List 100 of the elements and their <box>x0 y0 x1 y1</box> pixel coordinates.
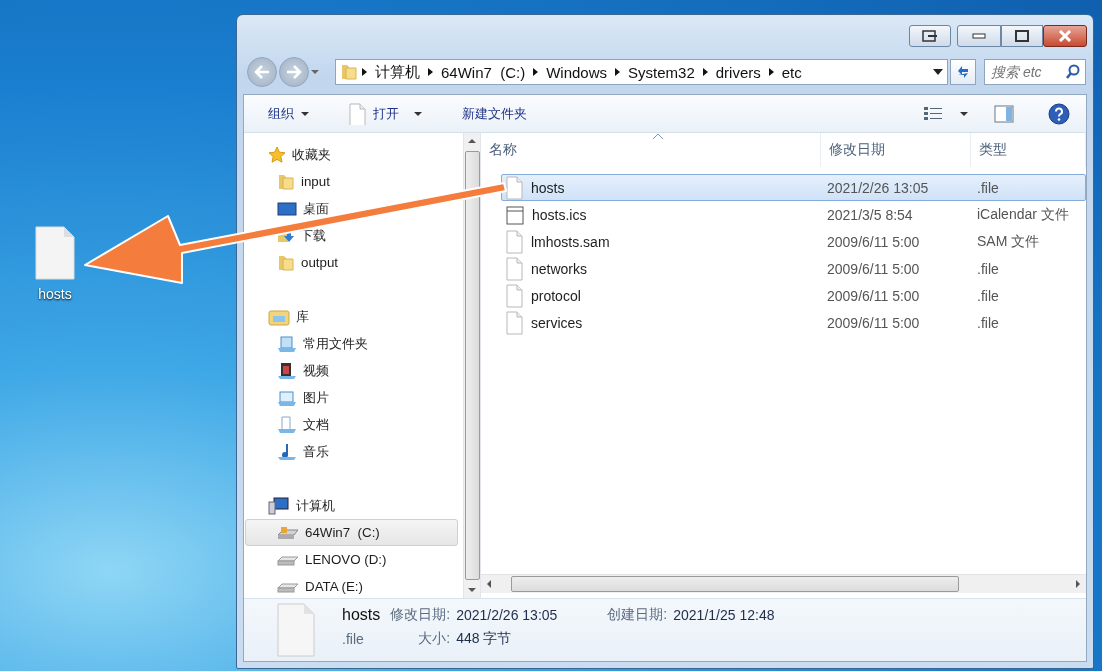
navigation-item[interactable]: output <box>245 249 458 276</box>
file-icon <box>349 102 366 125</box>
music-note-icon <box>277 442 297 461</box>
navigation-item[interactable]: 64Win7 (C:) <box>245 519 458 546</box>
preview-pane-icon <box>994 104 1014 123</box>
document-icon <box>277 415 297 434</box>
system-drive-icon <box>277 524 299 541</box>
toolbar-button[interactable]: 新建文件夹 <box>456 100 533 127</box>
navigation-item[interactable]: 音乐 <box>245 438 458 465</box>
list-view-icon <box>923 105 943 122</box>
file-icon <box>506 175 523 200</box>
file-type: .file <box>976 314 1000 331</box>
breadcrumb[interactable]: etc <box>777 63 806 81</box>
navigation-item[interactable]: 文档 <box>245 411 458 438</box>
file-type: iCalendar 文件 <box>976 205 1070 224</box>
file-icon <box>276 603 316 657</box>
file-name: protocol <box>531 287 581 304</box>
refresh-arrows-icon <box>955 65 971 79</box>
dropdown-caret-icon <box>933 69 943 75</box>
file-row[interactable]: protocol 2009/6/11 5:00 .file <box>501 282 1086 309</box>
file-name: services <box>531 314 583 331</box>
field-label: 大小: <box>418 630 451 648</box>
navigation-item[interactable]: input <box>245 168 458 195</box>
refresh-button[interactable] <box>950 59 976 85</box>
folder-icon <box>340 63 358 81</box>
address-bar[interactable]: 计算机 64Win7 (C:) Windows System32 drivers etc <box>335 59 948 85</box>
file-type: .file <box>342 631 365 647</box>
navigation-item[interactable]: DATA (E:) <box>245 573 458 598</box>
calendar-icon <box>506 204 524 225</box>
file-type: SAM 文件 <box>976 232 1041 251</box>
breadcrumb[interactable]: System32 <box>624 63 699 81</box>
monitor-icon <box>277 200 297 217</box>
column-header[interactable]: 名称 <box>481 133 821 167</box>
breadcrumb[interactable]: Windows <box>542 63 612 81</box>
close-icon <box>1058 30 1072 42</box>
computer-icon <box>268 496 290 515</box>
navigation-item[interactable]: 图片 <box>245 384 458 411</box>
modified-date: 2021/3/5 8:54 <box>826 206 914 223</box>
field-label: 创建日期: <box>607 606 668 624</box>
breadcrumb[interactable]: drivers <box>711 63 765 81</box>
file-row[interactable]: lmhosts.sam 2009/6/11 5:00 SAM 文件 <box>501 228 1086 255</box>
search-field[interactable]: 搜索 etc <box>984 59 1086 85</box>
field-value: 2021/2/26 13:05 <box>456 607 558 623</box>
navigation-item[interactable]: 视频 <box>245 357 458 384</box>
file-type: .file <box>976 260 1000 277</box>
file-row[interactable]: services 2009/6/11 5:00 .file <box>501 309 1086 336</box>
navigation-item[interactable]: 库 <box>245 303 458 330</box>
navigation-item[interactable]: 常用文件夹 <box>245 330 458 357</box>
file-name: hosts.ics <box>532 206 587 223</box>
file-type: .file <box>976 179 1000 196</box>
file-icon <box>506 256 523 281</box>
film-icon <box>277 361 297 380</box>
navigation-item[interactable]: 收藏夹 <box>245 141 458 168</box>
library-icon <box>268 307 290 326</box>
scrollbar[interactable] <box>463 133 480 598</box>
toolbar-button[interactable]: 打开 <box>343 98 428 129</box>
field-value: 448 字节 <box>456 630 513 648</box>
file-icon <box>506 283 523 308</box>
navigation-item[interactable]: 计算机 <box>245 492 458 519</box>
folder-icon <box>277 172 295 191</box>
dropdown-caret-icon <box>311 69 319 75</box>
forward-arrow-icon <box>286 65 302 79</box>
maximize-button[interactable] <box>1001 25 1043 47</box>
star-icon <box>268 145 286 164</box>
navigation-item[interactable]: LENOVO (D:) <box>245 546 458 573</box>
window-icon <box>922 30 938 42</box>
modified-date: 2009/6/11 5:00 <box>826 314 921 331</box>
modified-date: 2021/2/26 13:05 <box>826 179 930 196</box>
file-name: networks <box>531 260 588 277</box>
search-icon <box>1065 64 1081 80</box>
maximize-icon <box>1015 30 1029 42</box>
minimize-button[interactable] <box>957 25 1001 47</box>
picture-icon <box>277 388 297 407</box>
help-icon <box>1048 102 1070 125</box>
field-value: 2021/1/25 12:48 <box>673 607 775 623</box>
folder-icon <box>277 253 295 272</box>
file-row[interactable]: hosts.ics 2021/3/5 8:54 iCalendar 文件 <box>501 201 1086 228</box>
breadcrumb[interactable]: 64Win7 (C:) <box>437 63 530 81</box>
modified-date: 2009/6/11 5:00 <box>826 287 921 304</box>
file-icon <box>506 229 523 254</box>
column-header[interactable]: 修改日期 <box>821 133 971 167</box>
scrollbar[interactable] <box>481 574 1086 593</box>
toolbar-button[interactable]: 组织 <box>262 100 315 127</box>
file-icon <box>506 310 523 335</box>
navigation-item[interactable]: 桌面 <box>245 195 458 222</box>
back-arrow-icon <box>254 65 270 79</box>
breadcrumb[interactable]: 计算机 <box>371 62 424 82</box>
file-name: hosts <box>38 286 72 302</box>
file-name: hosts <box>531 179 565 196</box>
folder-stack-icon <box>277 334 297 353</box>
modified-date: 2009/6/11 5:00 <box>826 233 921 250</box>
window-switch-button[interactable] <box>909 25 951 47</box>
file-row[interactable]: networks 2009/6/11 5:00 .file <box>501 255 1086 282</box>
column-header[interactable]: 类型 <box>971 133 1086 167</box>
file-type: .file <box>976 287 1000 304</box>
close-button[interactable] <box>1043 25 1087 47</box>
file-name: lmhosts.sam <box>531 233 610 250</box>
file-row[interactable]: hosts 2021/2/26 13:05 .file <box>501 174 1086 201</box>
minimize-icon <box>972 33 986 39</box>
file-icon <box>34 226 76 280</box>
